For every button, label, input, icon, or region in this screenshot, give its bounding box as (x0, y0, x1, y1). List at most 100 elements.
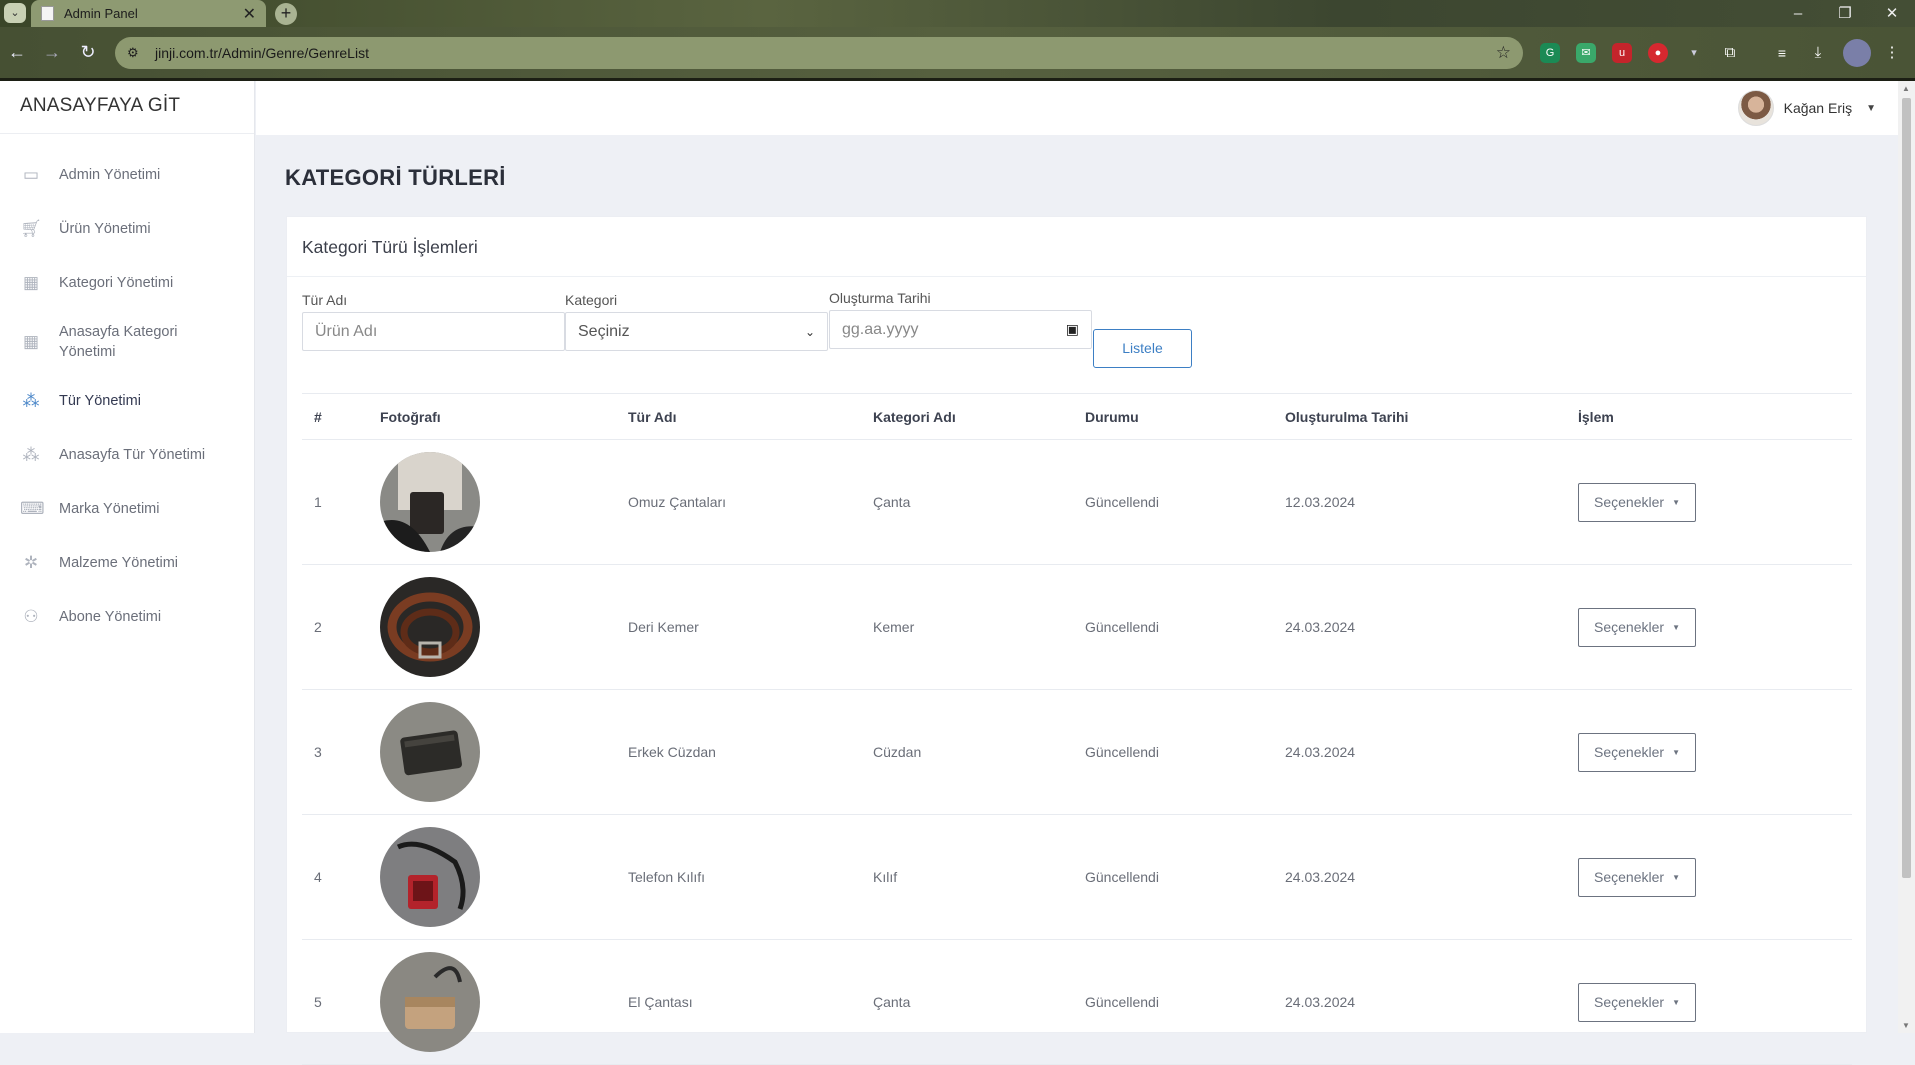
restore-button[interactable]: ❐ (1822, 0, 1868, 27)
column-header: Fotoğrafı (380, 408, 441, 425)
photo-cell (380, 940, 628, 1065)
name-input[interactable]: Ürün Adı (302, 312, 565, 351)
category-filter: Kategori Seçiniz ⌄ (565, 292, 828, 351)
red-extension-icon[interactable]: ● (1648, 43, 1668, 63)
site-settings-icon[interactable]: ⚙ (127, 45, 145, 61)
genre-card: Kategori Türü İşlemleri Tür Adı Ürün Adı… (286, 216, 1867, 1065)
media-control-icon[interactable]: ≡ (1772, 43, 1792, 63)
cart-icon: 🛒︎ (20, 219, 42, 238)
sidebar-item-categories[interactable]: ▦ Kategori Yönetimi (0, 256, 254, 310)
home-link[interactable]: ANASAYFAYA GİT (0, 81, 254, 134)
gear-icon: ✲ (23, 553, 39, 572)
minimize-button[interactable]: – (1775, 0, 1821, 27)
forward-icon[interactable]: → (39, 39, 65, 65)
tab-close-icon[interactable]: ✕ (243, 4, 256, 24)
column-header: # (314, 408, 322, 425)
scrollbar-thumb[interactable] (1902, 98, 1911, 878)
options-dropdown-button[interactable]: Seçenekler ▼ (1578, 482, 1696, 522)
created-date: 24.03.2024 (1285, 744, 1356, 760)
column-header: Oluşturulma Tarihi (1285, 408, 1409, 425)
genre-name: Omuz Çantaları (628, 494, 727, 510)
sidebar-menu: ▭ Admin Yönetimi 🛒︎ Ürün Yönetimi ▦ Kate… (0, 134, 254, 644)
briefcase-icon: ▭ (22, 165, 40, 184)
browser-tab[interactable]: Admin Panel ✕ (31, 0, 266, 27)
sidebar: ANASAYFAYA GİT ▭ Admin Yönetimi 🛒︎ Ürün … (0, 81, 255, 1033)
sidebar-item-label: Abone Yönetimi (59, 609, 162, 625)
row-number: 2 (314, 619, 322, 635)
date-input-placeholder: gg.aa.yyyy (842, 320, 919, 338)
chevron-down-icon: ⌄ (804, 324, 815, 339)
grammarly-icon[interactable]: G (1540, 43, 1560, 63)
list-button[interactable]: Listele (1093, 329, 1192, 368)
keyboard-icon: ⌨ (20, 499, 45, 518)
address-bar[interactable]: ⚙ jinji.com.tr/Admin/Genre/GenreList ☆ (115, 37, 1523, 69)
sidebar-item-label: Kategori Yönetimi (59, 275, 174, 291)
user-name: Kağan Eriş (1783, 100, 1853, 116)
table-row: 4 Telefon Kılıfı Kılıf Güncellendi 24.03… (302, 815, 1852, 940)
name-filter: Tür Adı Ürün Adı (302, 292, 565, 351)
extensions-puzzle-icon[interactable]: ⧉ (1720, 43, 1740, 63)
profile-avatar-icon[interactable] (1843, 39, 1871, 67)
category-name: Çanta (873, 994, 911, 1010)
category-select[interactable]: Seçiniz ⌄ (565, 312, 828, 351)
action-cell: Seçenekler ▼ (1578, 940, 1852, 1065)
options-dropdown-button[interactable]: Seçenekler ▼ (1578, 732, 1696, 772)
new-tab-button[interactable]: + (275, 3, 297, 25)
sidebar-item-home-genres[interactable]: ⁂ Anasayfa Tür Yönetimi (0, 428, 254, 482)
user-menu[interactable]: Kağan Eriş ▼ (1737, 90, 1876, 126)
avatar (1737, 90, 1774, 126)
options-label: Seçenekler (1594, 744, 1665, 760)
mail-extension-icon[interactable]: ✉ (1576, 43, 1596, 63)
status: Güncellendi (1085, 744, 1159, 760)
row-number: 3 (314, 744, 322, 760)
scroll-down-icon[interactable]: ▼ (1902, 1021, 1910, 1030)
genre-table: # Fotoğrafı Tür Adı Kategori Adı Durumu … (302, 393, 1852, 1065)
table-row: 5 El Çantası Çanta Güncellendi 24.03.202… (302, 940, 1852, 1065)
action-cell: Seçenekler ▼ (1578, 565, 1852, 690)
sidebar-item-genres[interactable]: ⁂ Tür Yönetimi (0, 374, 254, 428)
sidebar-item-admin[interactable]: ▭ Admin Yönetimi (0, 148, 254, 202)
back-icon[interactable]: ← (4, 39, 30, 65)
calendar-icon[interactable]: ▣ (1066, 321, 1079, 338)
product-photo (380, 452, 480, 552)
column-header: Durumu (1085, 408, 1139, 425)
browser-menu-icon[interactable]: ⋮ (1882, 43, 1902, 63)
name-input-placeholder: Ürün Adı (315, 322, 378, 340)
chevron-down-icon: ▼ (1866, 102, 1876, 114)
scroll-up-icon[interactable]: ▲ (1902, 84, 1910, 93)
ublock-icon[interactable]: u (1612, 43, 1632, 63)
sidebar-item-brands[interactable]: ⌨ Marka Yönetimi (0, 482, 254, 536)
options-dropdown-button[interactable]: Seçenekler ▼ (1578, 857, 1696, 897)
category-name: Kemer (873, 619, 915, 635)
close-window-button[interactable]: ✕ (1869, 0, 1915, 27)
sidebar-item-label: Marka Yönetimi (59, 501, 160, 517)
browser-toolbar: ← → ↻ ⚙ jinji.com.tr/Admin/Genre/GenreLi… (0, 27, 1915, 78)
grid-icon: ▦ (22, 332, 40, 351)
options-label: Seçenekler (1594, 494, 1665, 510)
top-bar: Kağan Eriş ▼ (256, 81, 1898, 135)
table-row: 1 Omuz Çantaları Çanta Güncellendi 12.03… (302, 440, 1852, 565)
date-input[interactable]: gg.aa.yyyy ▣ (829, 310, 1092, 349)
sidebar-item-label: Tür Yönetimi (59, 393, 141, 409)
download-icon[interactable]: ⤓ (1808, 43, 1828, 63)
column-header: Kategori Adı (873, 408, 956, 425)
name-filter-label: Tür Adı (302, 292, 348, 308)
options-dropdown-button[interactable]: Seçenekler ▼ (1578, 982, 1696, 1022)
reload-icon[interactable]: ↻ (75, 39, 101, 65)
sidebar-item-products[interactable]: 🛒︎ Ürün Yönetimi (0, 202, 254, 256)
dropper-icon[interactable]: ▾ (1684, 43, 1704, 63)
grid-icon: ▦ (22, 273, 40, 292)
action-cell: Seçenekler ▼ (1578, 815, 1852, 940)
sidebar-item-subscribers[interactable]: ⚇ Abone Yönetimi (0, 590, 254, 644)
sidebar-item-home-categories[interactable]: ▦ Anasayfa Kategori Yönetimi (0, 310, 254, 374)
bookmark-star-icon[interactable]: ☆ (1496, 43, 1511, 63)
page-scrollbar[interactable]: ▲ ▼ (1898, 81, 1915, 1033)
sidebar-item-materials[interactable]: ✲ Malzeme Yönetimi (0, 536, 254, 590)
status: Güncellendi (1085, 494, 1159, 510)
sidebar-item-label: Anasayfa Kategori Yönetimi (59, 324, 178, 360)
genre-name: Erkek Cüzdan (628, 744, 716, 760)
caret-down-icon: ▼ (1672, 622, 1680, 632)
status: Güncellendi (1085, 994, 1159, 1010)
options-dropdown-button[interactable]: Seçenekler ▼ (1578, 607, 1696, 647)
tab-search-icon[interactable]: ⌄ (4, 3, 26, 23)
